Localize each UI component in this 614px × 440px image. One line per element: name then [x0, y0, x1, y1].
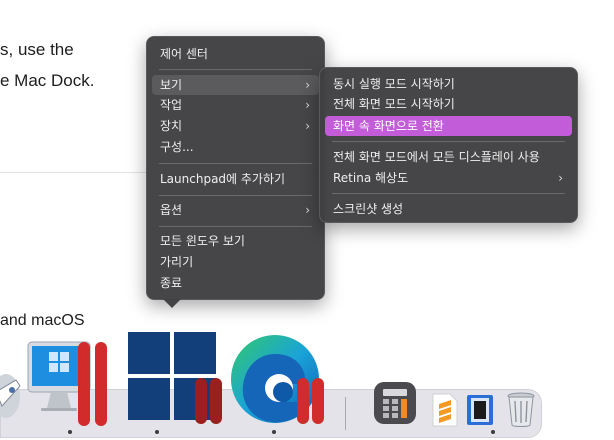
menu-item-label: 제어 센터 [160, 47, 208, 61]
running-indicator [155, 430, 159, 434]
menu-item-quit[interactable]: 종료 [152, 273, 319, 293]
menu-item-label: Launchpad에 추가하기 [160, 172, 286, 186]
parallels-bar-icon [297, 378, 309, 424]
dock-separator [345, 397, 346, 430]
menu-item-configure[interactable]: 구성... [152, 137, 319, 157]
chevron-right-icon: › [305, 119, 310, 133]
calculator-icon[interactable] [372, 380, 418, 426]
parallels-bar-icon [312, 378, 324, 424]
menu-item-label: 모든 윈도우 보기 [160, 234, 245, 248]
menu-item-label: 옵션 [160, 203, 183, 217]
menu-item-label: 작업 [160, 98, 183, 112]
menu-separator [159, 69, 312, 70]
menu-item-label: Retina 해상도 [333, 171, 409, 185]
menu-item-retina-resolution[interactable]: Retina 해상도 › [325, 168, 572, 188]
menu-item-devices[interactable]: 장치 › [152, 116, 319, 136]
menu-item-label: 전체 화면 모드에서 모든 디스플레이 사용 [333, 150, 540, 164]
parallels-bar-icon [195, 378, 207, 424]
menu-item-options[interactable]: 옵션 › [152, 200, 319, 220]
menu-item-label: 장치 [160, 119, 183, 133]
document-text-line-3: and macOS [0, 312, 85, 329]
menu-item-control-center[interactable]: 제어 센터 [152, 44, 319, 64]
menu-separator [332, 193, 565, 194]
menu-separator [332, 141, 565, 142]
menu-pointer-caret [163, 299, 181, 308]
menu-item-add-to-launchpad[interactable]: Launchpad에 추가하기 [152, 169, 319, 189]
menu-item-label: 동시 실행 모드 시작하기 [333, 77, 455, 91]
menu-item-label: 전체 화면 모드 시작하기 [333, 97, 455, 111]
menu-item-view[interactable]: 보기 › [152, 75, 319, 95]
menu-item-label: 종료 [160, 276, 183, 290]
menu-separator [159, 195, 312, 196]
running-indicator [491, 430, 495, 434]
sublime-text-icon[interactable] [430, 392, 460, 428]
menu-separator [159, 163, 312, 164]
chevron-right-icon: › [305, 78, 310, 92]
dock-context-menu: 제어 센터 보기 › 작업 › 장치 › 구성... Launchpad에 추가하기 … [146, 36, 325, 300]
menu-item-label: 보기 [160, 78, 183, 92]
parallels-bar-icon [95, 342, 107, 426]
trash-icon[interactable] [504, 389, 538, 429]
launchpad-rocket-icon[interactable] [0, 366, 24, 422]
menu-item-full-screen-mode[interactable]: 전체 화면 모드 시작하기 [325, 94, 572, 114]
document-text-line-2: e Mac Dock. [0, 71, 95, 90]
menu-item-label: 스크린샷 생성 [333, 202, 404, 216]
menu-item-picture-in-picture[interactable]: 화면 속 화면으로 전환 [325, 116, 572, 136]
preview-icon[interactable] [465, 392, 497, 428]
edge-vm-icon[interactable] [225, 332, 325, 426]
menu-item-all-displays-full-screen[interactable]: 전체 화면 모드에서 모든 디스플레이 사용 [325, 147, 572, 167]
chevron-right-icon: › [558, 171, 563, 185]
menu-item-hide[interactable]: 가리기 [152, 252, 319, 272]
menu-item-show-all-windows[interactable]: 모든 윈도우 보기 [152, 231, 319, 251]
menu-item-take-screenshot[interactable]: 스크린샷 생성 [325, 199, 572, 219]
running-indicator [68, 430, 72, 434]
menu-item-label: 화면 속 화면으로 전환 [333, 119, 444, 133]
menu-item-actions[interactable]: 작업 › [152, 95, 319, 115]
parallels-bar-icon [210, 378, 222, 424]
view-submenu: 동시 실행 모드 시작하기 전체 화면 모드 시작하기 화면 속 화면으로 전환… [319, 67, 578, 223]
running-indicator [272, 430, 276, 434]
menu-item-label: 가리기 [160, 255, 194, 269]
chevron-right-icon: › [305, 203, 310, 217]
menu-separator [159, 226, 312, 227]
parallels-bar-icon [78, 342, 90, 426]
menu-item-label: 구성... [160, 140, 194, 154]
document-text-line-1: s, use the [0, 40, 74, 59]
chevron-right-icon: › [305, 98, 310, 112]
menu-item-coherence-mode[interactable]: 동시 실행 모드 시작하기 [325, 74, 572, 94]
